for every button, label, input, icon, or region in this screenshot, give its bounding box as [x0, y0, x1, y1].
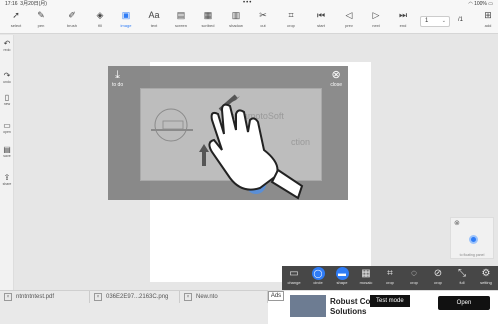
panel-tool-full-7[interactable]: ⤡ full — [450, 267, 474, 289]
tool-prev[interactable]: ◁ prev — [337, 9, 361, 33]
circle-crop-icon: ◌ — [411, 268, 417, 279]
new-doc-icon: ▯ — [4, 93, 10, 102]
tool-screen[interactable]: ▤ screen — [169, 9, 193, 33]
fill-icon: ◈ — [96, 10, 104, 20]
multitask-dots[interactable]: ••• — [243, 0, 252, 7]
slash-crop-icon: ⊘ — [433, 268, 443, 279]
test-mode-label: Test mode — [370, 295, 410, 307]
chevron-down-icon: ⌄ — [441, 18, 446, 24]
tool-select[interactable]: ➚ select — [4, 9, 28, 33]
crop-icon: ⌗ — [387, 268, 393, 279]
close-tab-icon[interactable]: × — [94, 293, 102, 301]
tutorial-overlay[interactable]: ⤓ to do ⊗ close YamamotoSoft ction S — [108, 66, 348, 200]
image-icon: ▣ — [121, 10, 131, 20]
add-page-icon: ⊞ — [484, 10, 492, 20]
sidebar-item-save[interactable]: ▤ save — [0, 145, 14, 159]
ad-open-button[interactable]: Open — [438, 296, 490, 310]
folder-icon: ▭ — [289, 268, 299, 279]
crop-icon: ⌗ — [288, 10, 294, 20]
mosaic-icon: ▦ — [361, 268, 371, 279]
sidebar-item-redo[interactable]: ↶ redo — [0, 39, 14, 53]
tool-brush[interactable]: ✐ brush — [60, 9, 84, 33]
page-total: /1 — [458, 17, 464, 23]
pinch-gesture-illustration — [199, 94, 304, 200]
sidebar-item-new[interactable]: ▯ new — [0, 93, 14, 107]
floating-thumbnail[interactable]: ⊗ to floating panel — [450, 217, 494, 259]
pen-icon: ✎ — [37, 10, 45, 20]
open-folder-icon: ▭ — [3, 121, 11, 130]
share-icon: ⇪ — [3, 173, 11, 182]
text-icon: Aa — [148, 10, 160, 20]
gear-icon: ⚙ — [481, 268, 491, 279]
top-toolbar: ➚ select ✎ pen ✐ brush ◈ fill ▣ image Aa text ▤ scree… — [0, 8, 498, 34]
panel-tool-mosaic-3[interactable]: ▦ mosaic — [354, 267, 378, 289]
page-select[interactable]: 1 ⌄ — [420, 16, 450, 27]
battery-status: ◠ 100% ▭ — [468, 1, 493, 7]
tool-cut[interactable]: ✂ cut — [251, 9, 275, 33]
status-bar: 17:16 3月20日(月) ••• ◠ 100% ▭ — [0, 0, 498, 8]
panel-tool-change-0[interactable]: ▭ change — [282, 267, 306, 289]
ad-banner[interactable]: Ads Robust Con... Solutions Test mode Op… — [268, 290, 498, 324]
scribed-icon: ▦ — [203, 10, 213, 20]
ad-badge: Ads — [268, 291, 284, 301]
tool-crop[interactable]: ⌗ crop — [279, 9, 303, 33]
redo-icon: ↷ — [3, 71, 11, 80]
sidebar-item-share[interactable]: ⇪ share — [0, 173, 14, 187]
document-tab[interactable]: × ntntntntest.pdf — [0, 291, 90, 303]
tool-text[interactable]: Aa text — [142, 9, 166, 33]
panel-tool-shape-2[interactable]: ▬ shape — [330, 267, 354, 289]
close-tab-icon[interactable]: × — [4, 293, 12, 301]
save-icon: ▤ — [3, 145, 11, 154]
tool-pen[interactable]: ✎ pen — [29, 9, 53, 33]
screen-icon: ▤ — [176, 10, 186, 20]
document-tab[interactable]: × 036E2E97...2163C.png — [90, 291, 180, 303]
panel-tool-crop-5[interactable]: ◌ crop — [402, 267, 426, 289]
floating-dot — [469, 235, 478, 244]
add-page-button[interactable]: ⊞ add — [476, 9, 498, 33]
last-page-icon: ⏭ — [398, 10, 408, 20]
tool-scribed[interactable]: ▦ scribed — [196, 9, 220, 33]
tool-shadow[interactable]: ▥ shadow — [224, 9, 248, 33]
sidebar-item-open[interactable]: ▭ open — [0, 121, 14, 135]
panel-tool-setting-8[interactable]: ⚙ setting — [474, 267, 498, 289]
tool-next[interactable]: ▷ next — [364, 9, 388, 33]
status-time: 17:16 3月20日(月) — [5, 1, 47, 7]
tool-image[interactable]: ▣ image — [114, 9, 138, 33]
expand-icon: ⤡ — [458, 268, 466, 279]
panel-tool-circle-1[interactable]: ◯ circle — [306, 267, 330, 289]
tool-end[interactable]: ⏭ end — [391, 9, 415, 33]
document-tabs: × ntntntntest.pdf × 036E2E97...2163C.png × Ne… — [0, 290, 282, 324]
brush-icon: ✐ — [68, 10, 76, 20]
panel-tool-crop-4[interactable]: ⌗ crop — [378, 267, 402, 289]
panel-tool-crop-6[interactable]: ⊘ crop — [426, 267, 450, 289]
image-tools-panel: ▭ change ◯ circle ▬ shape ▦ mosaic ⌗ crop ◌ crop ⊘ cr… — [282, 266, 498, 290]
shape-icon: ▬ — [335, 267, 349, 280]
shadow-icon: ▥ — [231, 10, 241, 20]
circle-icon: ◯ — [311, 267, 325, 280]
undo-icon: ↶ — [3, 39, 11, 48]
document-tab[interactable]: × New.nto — [180, 291, 268, 303]
cut-icon: ✂ — [259, 10, 267, 20]
left-sidebar: ↶ redo ↷ undo ▯ new ▭ open ▤ save ⇪ share — [0, 35, 14, 290]
sidebar-item-undo[interactable]: ↷ undo — [0, 71, 14, 85]
close-tab-icon[interactable]: × — [184, 293, 192, 301]
tool-start[interactable]: ⏮ start — [309, 9, 333, 33]
prev-page-icon: ◁ — [345, 10, 353, 20]
close-icon[interactable]: ⊗ — [454, 219, 460, 227]
first-page-icon: ⏮ — [316, 10, 326, 20]
tool-fill[interactable]: ◈ fill — [88, 9, 112, 33]
next-page-icon: ▷ — [372, 10, 380, 20]
ad-image — [290, 295, 326, 317]
cursor-icon: ➚ — [12, 10, 20, 20]
